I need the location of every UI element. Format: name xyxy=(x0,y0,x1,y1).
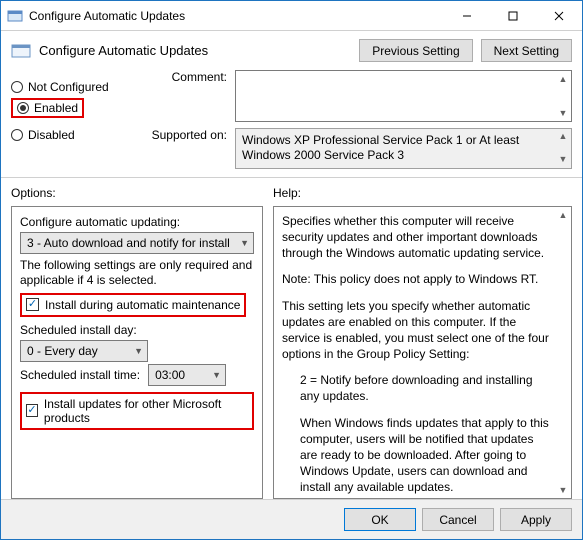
chevron-down-icon: ▼ xyxy=(134,346,143,356)
radio-label: Disabled xyxy=(28,128,75,142)
policy-icon xyxy=(11,41,31,61)
dialog-footer: OK Cancel Apply xyxy=(1,499,582,539)
install-time-label: Scheduled install time: xyxy=(20,368,140,382)
radio-label: Enabled xyxy=(34,101,78,115)
install-time-select[interactable]: 03:00 ▼ xyxy=(148,364,226,386)
radio-disabled[interactable]: Disabled xyxy=(11,124,135,146)
scroll-up-icon: ▲ xyxy=(555,207,571,223)
select-value: 3 - Auto download and notify for install xyxy=(27,236,230,250)
header-title: Configure Automatic Updates xyxy=(39,43,351,58)
chevron-down-icon: ▼ xyxy=(212,370,221,380)
maximize-button[interactable] xyxy=(490,1,536,30)
select-value: 0 - Every day xyxy=(27,344,98,358)
help-text: 2 = Notify before downloading and instal… xyxy=(282,372,553,404)
scroll-down-icon: ▼ xyxy=(555,105,571,121)
chevron-down-icon: ▼ xyxy=(240,238,249,248)
help-text: When Windows finds updates that apply to… xyxy=(282,415,553,496)
comment-supported-col: Comment: ▲▼ Supported on: Windows XP Pro… xyxy=(145,70,572,169)
radio-enabled[interactable]: Enabled xyxy=(17,101,78,115)
options-label: Options: xyxy=(11,184,263,206)
supported-value: Windows XP Professional Service Pack 1 o… xyxy=(242,133,519,162)
supported-box: Windows XP Professional Service Pack 1 o… xyxy=(235,128,572,169)
help-text: This setting lets you specify whether au… xyxy=(282,298,553,363)
radio-icon xyxy=(17,102,29,114)
help-label: Help: xyxy=(273,184,572,206)
header-row: Configure Automatic Updates Previous Set… xyxy=(1,31,582,66)
checkbox-icon: ✓ xyxy=(26,404,38,417)
config-updating-select[interactable]: 3 - Auto download and notify for install… xyxy=(20,232,254,254)
scroll-up-icon: ▲ xyxy=(555,71,571,87)
highlight-enabled: Enabled xyxy=(11,98,84,118)
radio-label: Not Configured xyxy=(28,80,109,94)
help-box[interactable]: Specifies whether this computer will rec… xyxy=(273,206,572,499)
radio-not-configured[interactable]: Not Configured xyxy=(11,76,135,98)
comment-textarea[interactable]: ▲▼ xyxy=(235,70,572,122)
install-maint-checkbox[interactable]: ✓ Install during automatic maintenance xyxy=(26,296,240,314)
radio-icon xyxy=(11,81,23,93)
close-button[interactable] xyxy=(536,1,582,30)
minimize-button[interactable] xyxy=(444,1,490,30)
scrollbar[interactable]: ▲▼ xyxy=(555,129,571,168)
select-value: 03:00 xyxy=(155,368,185,382)
window-controls xyxy=(444,1,582,30)
dialog-window: Configure Automatic Updates Configure Au… xyxy=(0,0,583,540)
state-radios: Not Configured Enabled Disabled xyxy=(11,70,135,169)
checkbox-icon: ✓ xyxy=(26,298,39,311)
titlebar-text: Configure Automatic Updates xyxy=(29,9,444,23)
config-updating-label: Configure automatic updating: xyxy=(20,215,254,232)
scroll-down-icon: ▼ xyxy=(555,482,571,498)
ok-button[interactable]: OK xyxy=(344,508,416,531)
highlight-install-maint: ✓ Install during automatic maintenance xyxy=(20,293,246,317)
highlight-other-products: ✓ Install updates for other Microsoft pr… xyxy=(20,392,254,430)
install-day-select[interactable]: 0 - Every day ▼ xyxy=(20,340,148,362)
previous-setting-button[interactable]: Previous Setting xyxy=(359,39,472,62)
supported-label: Supported on: xyxy=(145,128,231,142)
main-columns: Options: Configure automatic updating: 3… xyxy=(1,178,582,499)
app-icon xyxy=(7,8,23,24)
help-column: Help: Specifies whether this computer wi… xyxy=(273,184,572,499)
radio-icon xyxy=(11,129,23,141)
scroll-up-icon: ▲ xyxy=(555,129,571,145)
checkbox-label: Install during automatic maintenance xyxy=(45,298,240,312)
scroll-down-icon: ▼ xyxy=(555,152,571,168)
options-column: Options: Configure automatic updating: 3… xyxy=(11,184,263,499)
options-box: Configure automatic updating: 3 - Auto d… xyxy=(11,206,263,499)
checkbox-label: Install updates for other Microsoft prod… xyxy=(44,397,248,425)
next-setting-button[interactable]: Next Setting xyxy=(481,39,572,62)
titlebar[interactable]: Configure Automatic Updates xyxy=(1,1,582,31)
other-products-checkbox[interactable]: ✓ Install updates for other Microsoft pr… xyxy=(26,395,248,427)
options-note: The following settings are only required… xyxy=(20,254,254,293)
apply-button[interactable]: Apply xyxy=(500,508,572,531)
help-text: Note: This policy does not apply to Wind… xyxy=(282,271,553,287)
comment-label: Comment: xyxy=(145,70,231,84)
help-text: Specifies whether this computer will rec… xyxy=(282,213,553,262)
install-day-label: Scheduled install day: xyxy=(20,317,254,340)
state-and-comment: Not Configured Enabled Disabled Comment:… xyxy=(1,66,582,178)
scrollbar[interactable]: ▲▼ xyxy=(555,207,571,498)
cancel-button[interactable]: Cancel xyxy=(422,508,494,531)
scrollbar[interactable]: ▲▼ xyxy=(555,71,571,121)
